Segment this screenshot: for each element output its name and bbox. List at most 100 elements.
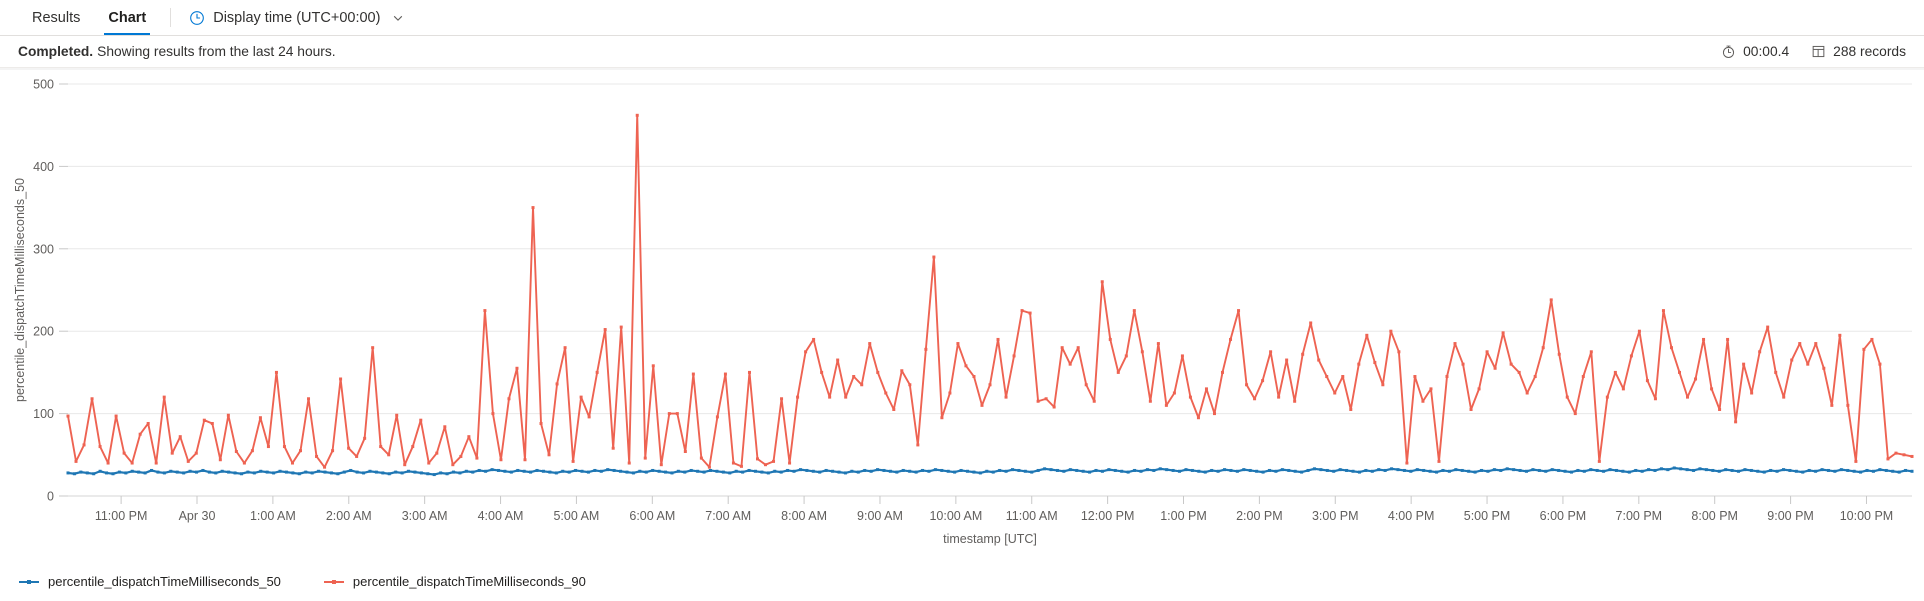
- data-point: [1672, 466, 1676, 470]
- data-point: [1197, 469, 1201, 473]
- stopwatch-icon: [1721, 44, 1736, 59]
- data-point: [1023, 469, 1027, 473]
- display-time-dropdown[interactable]: Display time (UTC+00:00): [181, 0, 412, 35]
- data-point: [1830, 403, 1834, 407]
- data-point: [1910, 454, 1914, 458]
- data-point: [1068, 468, 1072, 472]
- data-point: [1717, 469, 1721, 473]
- data-point: [490, 468, 494, 472]
- series-50[interactable]: [66, 466, 1914, 477]
- data-point: [1461, 362, 1465, 366]
- data-point: [284, 470, 288, 474]
- data-point: [1028, 311, 1032, 315]
- data-point: [503, 469, 507, 473]
- data-point: [1669, 346, 1673, 350]
- data-point: [1345, 468, 1349, 472]
- data-point: [1253, 397, 1257, 401]
- data-point: [1116, 370, 1120, 374]
- x-tick-label: 3:00 PM: [1312, 509, 1359, 523]
- chart-container: 0 100 200 300 400 500 percentile_dispatchTimeM…: [0, 68, 1924, 601]
- data-point: [1221, 370, 1224, 374]
- data-point: [1365, 333, 1369, 337]
- data-point: [991, 470, 995, 474]
- data-point: [182, 471, 186, 475]
- x-tick-label: 2:00 AM: [326, 509, 372, 523]
- data-point: [1068, 362, 1072, 366]
- tab-results[interactable]: Results: [18, 0, 94, 35]
- data-point: [1640, 469, 1644, 473]
- data-point: [1512, 468, 1516, 472]
- data-point: [1152, 468, 1156, 472]
- query-duration: 00:00.4: [1721, 44, 1789, 59]
- data-point: [876, 370, 880, 374]
- data-point: [753, 469, 757, 473]
- data-point: [1338, 468, 1342, 472]
- data-point: [1269, 350, 1273, 354]
- data-point: [548, 470, 552, 474]
- data-point: [1702, 337, 1706, 341]
- data-point: [1801, 470, 1805, 474]
- data-point: [1088, 470, 1092, 474]
- data-point: [105, 471, 109, 475]
- data-point: [619, 469, 623, 473]
- data-point: [1180, 354, 1184, 358]
- data-point: [561, 469, 565, 473]
- data-point: [419, 471, 423, 475]
- data-point: [1758, 350, 1762, 354]
- data-point: [207, 470, 211, 474]
- data-point: [1854, 459, 1858, 463]
- data-point: [1788, 468, 1792, 472]
- data-point: [1052, 405, 1056, 409]
- data-point: [387, 453, 391, 457]
- data-point: [1878, 362, 1882, 366]
- data-point: [1645, 379, 1649, 383]
- data-point: [837, 470, 841, 474]
- data-point: [1605, 395, 1609, 399]
- data-point: [1216, 469, 1220, 473]
- data-point: [259, 469, 263, 473]
- data-point: [122, 451, 126, 455]
- data-point: [1726, 337, 1730, 341]
- data-point: [220, 469, 224, 473]
- data-point: [792, 469, 796, 473]
- data-point: [836, 358, 840, 362]
- data-point: [798, 468, 802, 472]
- data-point: [1373, 361, 1377, 365]
- data-point: [1775, 469, 1779, 473]
- data-point: [901, 468, 905, 472]
- data-point: [664, 470, 668, 474]
- data-point: [831, 469, 835, 473]
- data-point: [1576, 468, 1580, 472]
- data-point: [66, 414, 70, 418]
- tab-chart[interactable]: Chart: [94, 0, 160, 35]
- data-point: [1223, 468, 1227, 472]
- data-point: [1293, 399, 1297, 403]
- series-90[interactable]: [66, 113, 1914, 469]
- data-point: [1148, 399, 1152, 403]
- legend-item-percentile-90[interactable]: percentile_dispatchTimeMilliseconds_90: [323, 574, 586, 589]
- data-point: [1036, 399, 1040, 403]
- data-point: [699, 456, 703, 460]
- data-point: [1100, 469, 1104, 473]
- data-point: [1846, 468, 1850, 472]
- data-point: [246, 470, 250, 474]
- data-point: [239, 472, 243, 476]
- data-point: [1492, 468, 1496, 472]
- legend-item-percentile-50[interactable]: percentile_dispatchTimeMilliseconds_50: [18, 574, 281, 589]
- x-tick-label: 12:00 PM: [1081, 509, 1135, 523]
- data-point: [329, 471, 333, 475]
- x-tick-label: 10:00 AM: [929, 509, 982, 523]
- data-point: [696, 469, 700, 473]
- data-point: [233, 471, 237, 475]
- data-point: [948, 391, 952, 395]
- data-point: [523, 458, 527, 462]
- data-point: [252, 471, 256, 475]
- data-point: [1710, 387, 1714, 391]
- data-point: [691, 372, 695, 376]
- data-point: [291, 471, 295, 475]
- data-point: [1397, 350, 1401, 354]
- line-chart[interactable]: 0 100 200 300 400 500 percentile_dispatchTimeM…: [0, 68, 1924, 601]
- data-point: [1377, 468, 1381, 472]
- data-point: [1076, 346, 1080, 350]
- data-point: [1124, 354, 1128, 358]
